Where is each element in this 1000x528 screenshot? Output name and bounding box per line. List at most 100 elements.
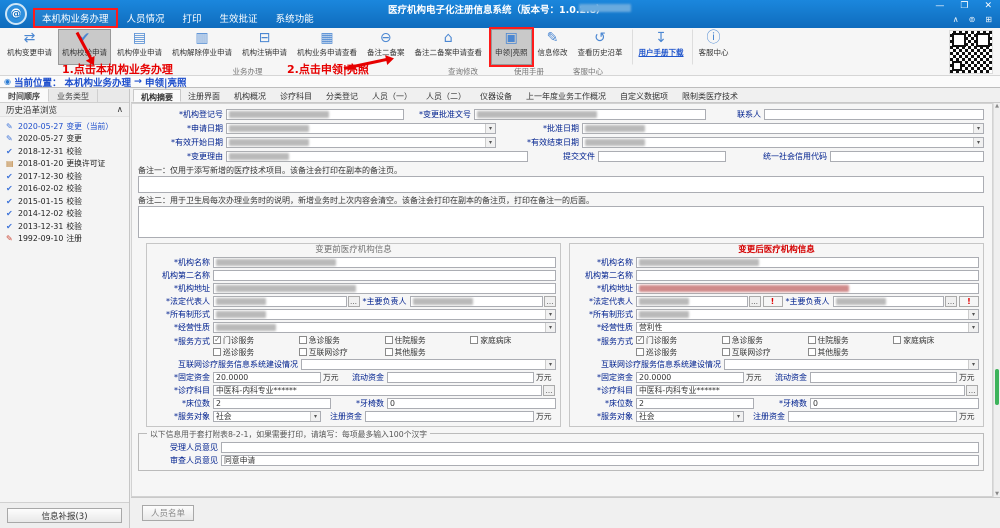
service-checkbox[interactable] bbox=[299, 348, 307, 356]
service-checkbox[interactable] bbox=[808, 348, 816, 356]
credit-code-field[interactable] bbox=[830, 151, 984, 162]
subjects-lookup-button[interactable]: … bbox=[966, 385, 978, 396]
collapse-ribbon-icon[interactable]: ∧ bbox=[953, 15, 959, 24]
history-item[interactable]: ✔ 2016-02-02 校验 bbox=[0, 183, 129, 196]
accept-opinion-field[interactable] bbox=[221, 442, 979, 453]
sidebar-tab[interactable]: 业务类型 bbox=[49, 89, 98, 102]
service-target-select[interactable]: 社会 bbox=[213, 411, 321, 422]
history-item[interactable]: ✔ 2014-12-02 校验 bbox=[0, 208, 129, 221]
maximize-button[interactable]: ❐ bbox=[960, 1, 968, 11]
history-item[interactable]: ✔ 2017-12-30 校验 bbox=[0, 170, 129, 183]
beds-field[interactable]: 2 bbox=[636, 398, 754, 409]
menu-item[interactable]: 本机构业务办理 bbox=[33, 8, 118, 28]
form-tab[interactable]: 上一年度业务工作概况 bbox=[519, 89, 613, 102]
reg-fund-field[interactable] bbox=[788, 411, 957, 422]
legal-rep-lookup-button[interactable]: … bbox=[348, 296, 360, 307]
second-name-field[interactable] bbox=[213, 270, 556, 281]
service-checkbox[interactable] bbox=[893, 336, 901, 344]
user-icon[interactable]: ⊚ bbox=[969, 15, 976, 24]
change-reason-field[interactable] bbox=[226, 151, 528, 162]
ownership-select[interactable] bbox=[636, 309, 979, 320]
menu-item[interactable]: 系统功能 bbox=[267, 8, 323, 28]
principal-field[interactable] bbox=[410, 296, 544, 307]
address-field[interactable] bbox=[213, 283, 556, 294]
service-checkbox[interactable] bbox=[213, 336, 221, 344]
form-tab[interactable]: 人员（二） bbox=[419, 89, 473, 102]
form-tab[interactable]: 分类登记 bbox=[319, 89, 365, 102]
dental-chairs-field[interactable]: 0 bbox=[387, 398, 556, 409]
valid-start-field[interactable] bbox=[226, 137, 496, 148]
toolbar-button[interactable]: ↧ 用户手册下载 bbox=[632, 29, 688, 65]
review-opinion-field[interactable]: 同意申请 bbox=[221, 455, 979, 466]
service-checkbox[interactable] bbox=[636, 348, 644, 356]
toolbar-button[interactable]: ⊟ 机构注销申请 bbox=[238, 29, 291, 65]
service-checkbox[interactable] bbox=[299, 336, 307, 344]
approval-no-field[interactable] bbox=[474, 109, 706, 120]
menu-item[interactable]: 生效批证 bbox=[211, 8, 267, 28]
sidebar-tab[interactable]: 时间顺序 bbox=[0, 89, 49, 102]
note1-textarea[interactable] bbox=[138, 176, 984, 193]
toolbar-button[interactable]: ▦ 机构业务申请查看 bbox=[293, 29, 361, 65]
principal-lookup-button[interactable]: … bbox=[945, 296, 957, 307]
approve-date-field[interactable] bbox=[582, 123, 984, 134]
legal-rep-lookup-button[interactable]: … bbox=[749, 296, 761, 307]
apply-date-field[interactable] bbox=[226, 123, 496, 134]
principal-lookup-button[interactable]: … bbox=[544, 296, 556, 307]
info-supplement-button[interactable]: 信息补报(3) bbox=[7, 508, 122, 523]
subjects-field[interactable]: 中医科-内科专业****** bbox=[213, 385, 542, 396]
fixed-fund-field[interactable]: 20.0000 bbox=[636, 372, 744, 383]
fixed-fund-field[interactable]: 20.0000 bbox=[213, 372, 321, 383]
subjects-field[interactable]: 中医科-内科专业****** bbox=[636, 385, 965, 396]
history-item[interactable]: ▤ 2018-01-20 更换许可证 bbox=[0, 158, 129, 171]
scrollbar-thumb[interactable] bbox=[995, 369, 999, 405]
service-checkbox[interactable] bbox=[722, 348, 730, 356]
history-item[interactable]: ✔ 2018-12-31 校验 bbox=[0, 145, 129, 158]
service-checkbox[interactable] bbox=[385, 336, 393, 344]
form-tab[interactable]: 仪器设备 bbox=[473, 89, 519, 102]
nature-select[interactable] bbox=[213, 322, 556, 333]
history-item[interactable]: ✔ 2015-01-15 校验 bbox=[0, 195, 129, 208]
internet-service-select[interactable] bbox=[301, 359, 556, 370]
toolbar-button[interactable]: ▥ 机构解除停业申请 bbox=[168, 29, 236, 65]
form-tab[interactable]: 机构摘要 bbox=[133, 89, 181, 102]
service-checkbox[interactable] bbox=[213, 348, 221, 356]
minimize-button[interactable]: — bbox=[935, 1, 944, 11]
toolbar-button[interactable]: ▣ 申领|亮照 bbox=[491, 29, 532, 65]
vertical-scrollbar[interactable]: ▲ ▼ bbox=[993, 103, 1000, 497]
form-tab[interactable]: 注册界面 bbox=[181, 89, 227, 102]
reg-no-field[interactable] bbox=[226, 109, 404, 120]
history-item[interactable]: ✎ 2020-05-27 变更（当前） bbox=[0, 120, 129, 133]
legal-rep-alert-button[interactable]: ! bbox=[763, 296, 783, 307]
note2-textarea[interactable] bbox=[138, 206, 984, 238]
close-button[interactable]: ✕ bbox=[984, 1, 992, 11]
form-tab[interactable]: 人员（一） bbox=[365, 89, 419, 102]
service-checkbox[interactable] bbox=[636, 336, 644, 344]
form-tab[interactable]: 自定义数据项 bbox=[613, 89, 675, 102]
form-tab[interactable]: 诊疗科目 bbox=[273, 89, 319, 102]
service-checkbox[interactable] bbox=[722, 336, 730, 344]
toolbar-button[interactable]: ⇄ 机构变更申请 bbox=[3, 29, 56, 65]
ownership-select[interactable] bbox=[213, 309, 556, 320]
toolbar-button[interactable]: ⌂ 备注二备案申请查看 bbox=[411, 29, 487, 65]
form-tab[interactable]: 限制类医疗技术 bbox=[675, 89, 745, 102]
service-checkbox[interactable] bbox=[470, 336, 478, 344]
menu-item[interactable]: 打印 bbox=[174, 8, 211, 28]
second-name-field[interactable] bbox=[636, 270, 979, 281]
contact-field[interactable] bbox=[764, 109, 984, 120]
address-field[interactable] bbox=[636, 283, 979, 294]
nature-select[interactable]: 营利性 bbox=[636, 322, 979, 333]
valid-end-field[interactable] bbox=[582, 137, 984, 148]
principal-alert-button[interactable]: ! bbox=[959, 296, 979, 307]
service-checkbox[interactable] bbox=[808, 336, 816, 344]
history-item[interactable]: ✔ 2013-12-31 校验 bbox=[0, 220, 129, 233]
dental-chairs-field[interactable]: 0 bbox=[810, 398, 979, 409]
beds-field[interactable]: 2 bbox=[213, 398, 331, 409]
grid-icon[interactable]: ⊞ bbox=[985, 15, 992, 24]
org-name-field[interactable] bbox=[213, 257, 556, 268]
org-name-field[interactable] bbox=[636, 257, 979, 268]
scroll-up-icon[interactable]: ▲ bbox=[994, 103, 1000, 109]
history-item[interactable]: ✎ 1992-09-10 注册 bbox=[0, 233, 129, 246]
form-tab[interactable]: 机构概况 bbox=[227, 89, 273, 102]
collapse-icon[interactable]: ∧ bbox=[117, 105, 123, 115]
toolbar-button[interactable]: ▤ 机构停业申请 bbox=[113, 29, 166, 65]
